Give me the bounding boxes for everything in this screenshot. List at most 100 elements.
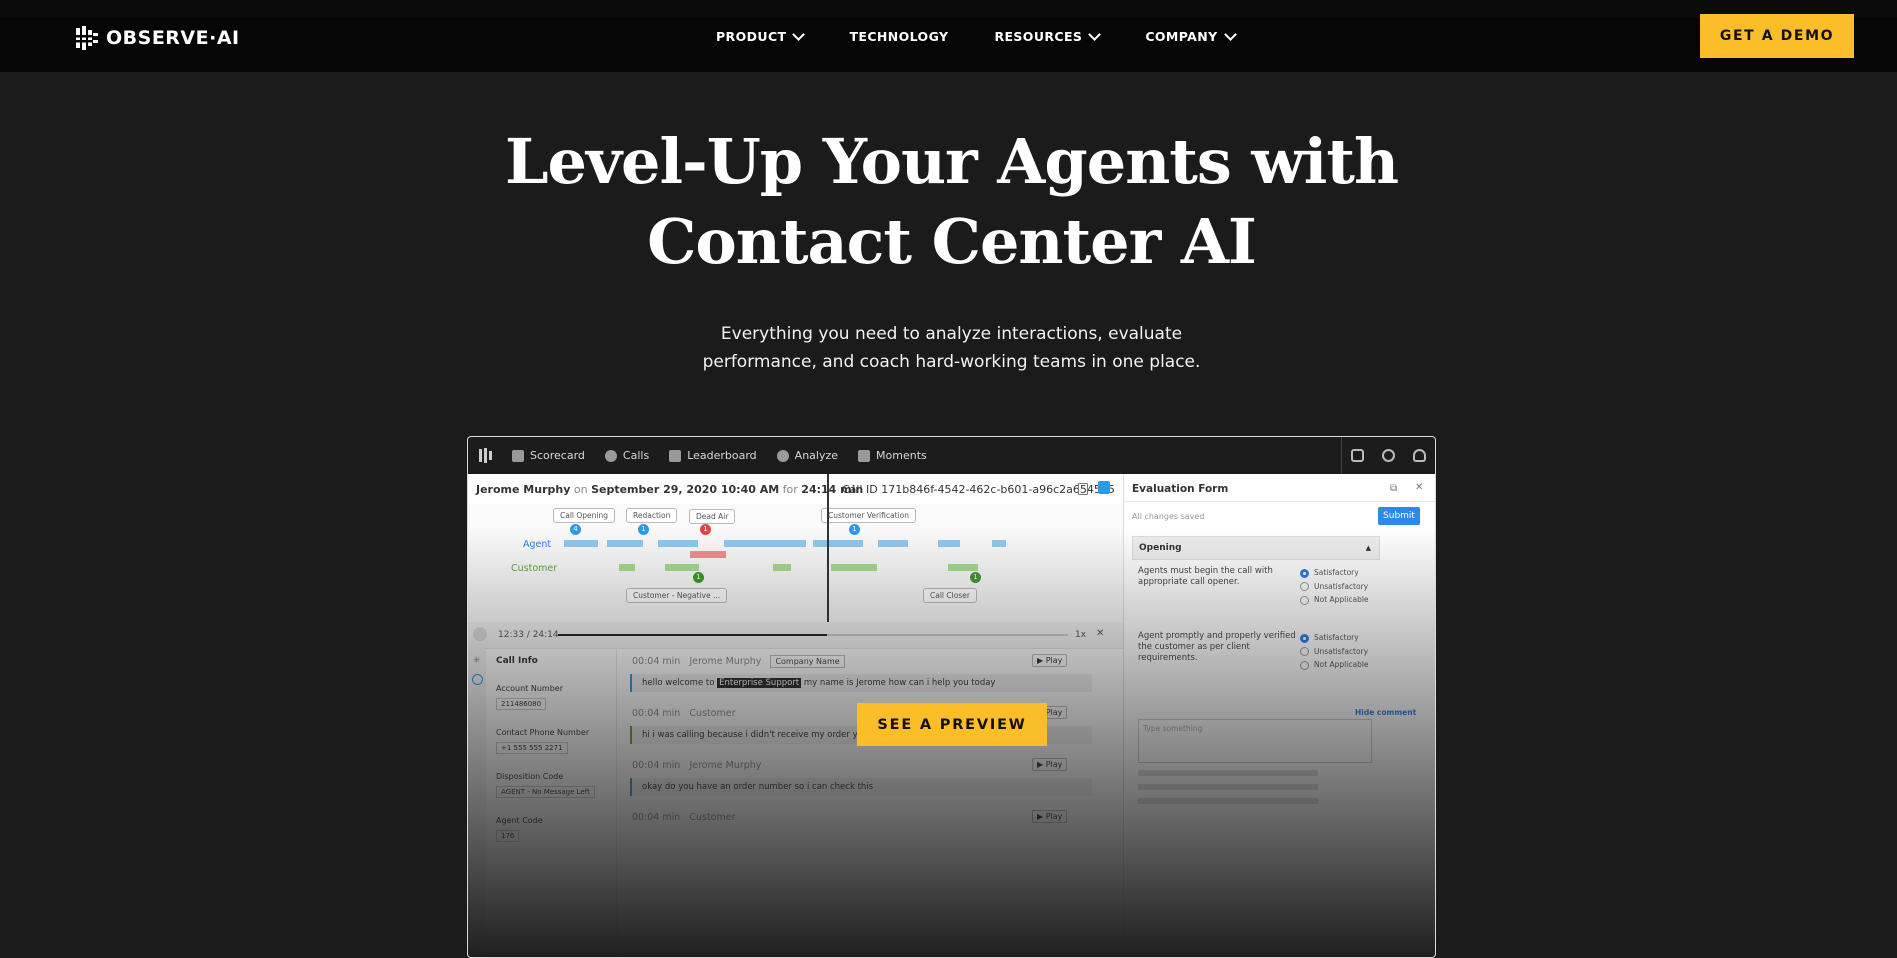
section-title: Opening bbox=[1139, 543, 1182, 553]
menu-item-technology[interactable]: TECHNOLOGY bbox=[849, 29, 948, 44]
radio-option[interactable]: Not Applicable bbox=[1300, 593, 1369, 607]
close-icon[interactable]: ✕ bbox=[1415, 482, 1423, 493]
hide-comment-link[interactable]: Hide comment bbox=[1355, 708, 1416, 717]
copy-icon[interactable] bbox=[1078, 483, 1088, 495]
icon-rail: ✳ bbox=[468, 648, 486, 957]
app-nav-moments[interactable]: Moments bbox=[858, 449, 927, 462]
event-marker[interactable]: 1 bbox=[693, 572, 704, 583]
playback-speed[interactable]: 1x bbox=[1075, 630, 1086, 640]
menu-item-company[interactable]: COMPANY bbox=[1145, 27, 1237, 44]
event-marker[interactable]: 4 bbox=[570, 524, 581, 535]
call-info-label: Contact Phone Number bbox=[496, 728, 590, 737]
gear-icon[interactable] bbox=[1382, 449, 1395, 462]
call-for-text: for bbox=[782, 483, 798, 496]
chevron-down-icon bbox=[792, 27, 806, 41]
clipboard-icon[interactable] bbox=[1098, 481, 1110, 494]
app-nav-calls[interactable]: Calls bbox=[604, 449, 649, 462]
section-header[interactable]: Opening ▲ bbox=[1132, 536, 1380, 560]
menu-label: PRODUCT bbox=[716, 28, 787, 44]
get-demo-button[interactable]: GET A DEMO bbox=[1700, 14, 1854, 58]
placeholder-lines bbox=[1138, 770, 1318, 812]
message-speaker: Customer bbox=[689, 708, 736, 719]
user-icon[interactable] bbox=[1413, 449, 1426, 462]
divider bbox=[1124, 501, 1435, 502]
play-icon[interactable] bbox=[473, 627, 487, 641]
scorecard-icon bbox=[512, 449, 524, 462]
app-toolbar-right bbox=[1341, 437, 1435, 474]
playhead[interactable] bbox=[827, 474, 829, 624]
tag-customer-verification[interactable]: Customer Verification bbox=[821, 508, 916, 523]
radio-checked bbox=[1300, 633, 1309, 643]
call-info-title: Call Info bbox=[496, 656, 538, 666]
agent-speech-segment bbox=[607, 540, 643, 547]
radio-option[interactable]: Satisfactory bbox=[1300, 631, 1369, 645]
event-marker[interactable]: 1 bbox=[970, 572, 981, 583]
menu-label: RESOURCES bbox=[994, 28, 1083, 44]
progress-bar[interactable] bbox=[558, 634, 1068, 636]
menu-item-resources[interactable]: RESOURCES bbox=[994, 27, 1102, 44]
app-nav-leaderboard[interactable]: Leaderboard bbox=[669, 449, 757, 462]
inbox-icon[interactable] bbox=[1351, 449, 1364, 462]
radio-option[interactable]: Unsatisfactory bbox=[1300, 580, 1369, 594]
event-marker[interactable]: 1 bbox=[700, 524, 711, 535]
agent-speech-segment bbox=[658, 540, 698, 547]
app-nav-scorecard[interactable]: Scorecard bbox=[512, 449, 585, 462]
radio-option[interactable]: Unsatisfactory bbox=[1300, 645, 1369, 659]
tag-dead-air[interactable]: Dead Air bbox=[689, 509, 736, 524]
people-icon bbox=[669, 449, 682, 462]
app-nav-label: Analyze bbox=[794, 449, 839, 462]
comment-field[interactable]: Type something bbox=[1138, 719, 1372, 763]
radio bbox=[1300, 647, 1309, 656]
dead-air-segment bbox=[690, 551, 726, 558]
customer-speech-segment bbox=[619, 564, 635, 571]
play-button[interactable]: ▶ Play bbox=[1032, 810, 1068, 823]
main-menu: PRODUCT TECHNOLOGY RESOURCES COMPANY bbox=[716, 18, 1281, 54]
message-time: 00:04 min bbox=[632, 760, 681, 771]
event-marker[interactable]: 1 bbox=[849, 524, 860, 535]
event-marker[interactable]: 1 bbox=[638, 524, 649, 535]
audio-player: 12:33 / 24:14 1x ✕ bbox=[468, 622, 1123, 649]
sparkle-icon[interactable]: ✳ bbox=[473, 656, 481, 666]
logo[interactable]: OBSERVE·AI bbox=[74, 26, 240, 50]
message-bubble[interactable]: okay do you have an order number so i ca… bbox=[630, 778, 1092, 796]
radio bbox=[1300, 595, 1309, 605]
message-bubble[interactable]: hello welcome to Enterprise Support my n… bbox=[630, 674, 1092, 692]
app-nav-analyze[interactable]: Analyze bbox=[776, 449, 839, 462]
progress-fill bbox=[558, 634, 827, 636]
app-nav-label: Leaderboard bbox=[687, 449, 757, 462]
play-button[interactable]: ▶ Play bbox=[1032, 654, 1068, 667]
agent-speech-segment bbox=[564, 540, 598, 547]
track-label-customer: Customer bbox=[511, 563, 558, 574]
app-nav: Scorecard Calls Leaderboard Analyze Mome… bbox=[512, 437, 927, 474]
message-meta: 00:04 min Jerome Murphy Company Name bbox=[632, 655, 845, 668]
tag-customer-negative[interactable]: Customer - Negative ... bbox=[626, 588, 728, 603]
tag-redaction[interactable]: Redaction bbox=[626, 508, 678, 523]
question-text: Agent promptly and properly verified the… bbox=[1138, 631, 1296, 663]
message-meta: 00:04 min Customer bbox=[632, 708, 736, 719]
play-button[interactable]: ▶ Play bbox=[1032, 758, 1068, 771]
call-on-text: on bbox=[573, 483, 588, 496]
close-icon[interactable]: ✕ bbox=[1096, 628, 1104, 639]
see-preview-button[interactable]: SEE A PREVIEW bbox=[857, 703, 1047, 746]
call-id: Call ID 171b846f-4542-462c-b601-a96c2a65… bbox=[842, 483, 1115, 496]
submit-button[interactable]: Submit bbox=[1378, 507, 1420, 525]
tag-call-closer[interactable]: Call Closer bbox=[923, 588, 977, 603]
app-nav-label: Moments bbox=[876, 449, 927, 462]
top-strip bbox=[0, 0, 1897, 18]
app-nav-label: Scorecard bbox=[530, 449, 585, 462]
eye-icon bbox=[776, 449, 789, 462]
radio-option[interactable]: Not Applicable bbox=[1300, 658, 1369, 672]
call-timeline[interactable]: Call Opening Redaction Dead Air Customer… bbox=[468, 504, 1123, 622]
customer-speech-segment bbox=[948, 564, 978, 571]
tag-call-opening[interactable]: Call Opening bbox=[553, 508, 616, 523]
radio bbox=[1300, 660, 1309, 670]
message-time: 00:04 min bbox=[632, 812, 681, 823]
menu-item-product[interactable]: PRODUCT bbox=[716, 27, 806, 44]
hero-subtitle-line-2: performance, and coach hard-working team… bbox=[702, 352, 1201, 372]
external-link-icon[interactable]: ⧉ bbox=[1390, 483, 1397, 494]
customer-speech-segment bbox=[665, 564, 699, 571]
info-icon[interactable] bbox=[472, 674, 483, 685]
radio-option[interactable]: Satisfactory bbox=[1300, 566, 1369, 580]
call-info-label: Agent Code bbox=[496, 816, 543, 825]
hero-title-line-1: Level-Up Your Agents with bbox=[504, 125, 1399, 198]
